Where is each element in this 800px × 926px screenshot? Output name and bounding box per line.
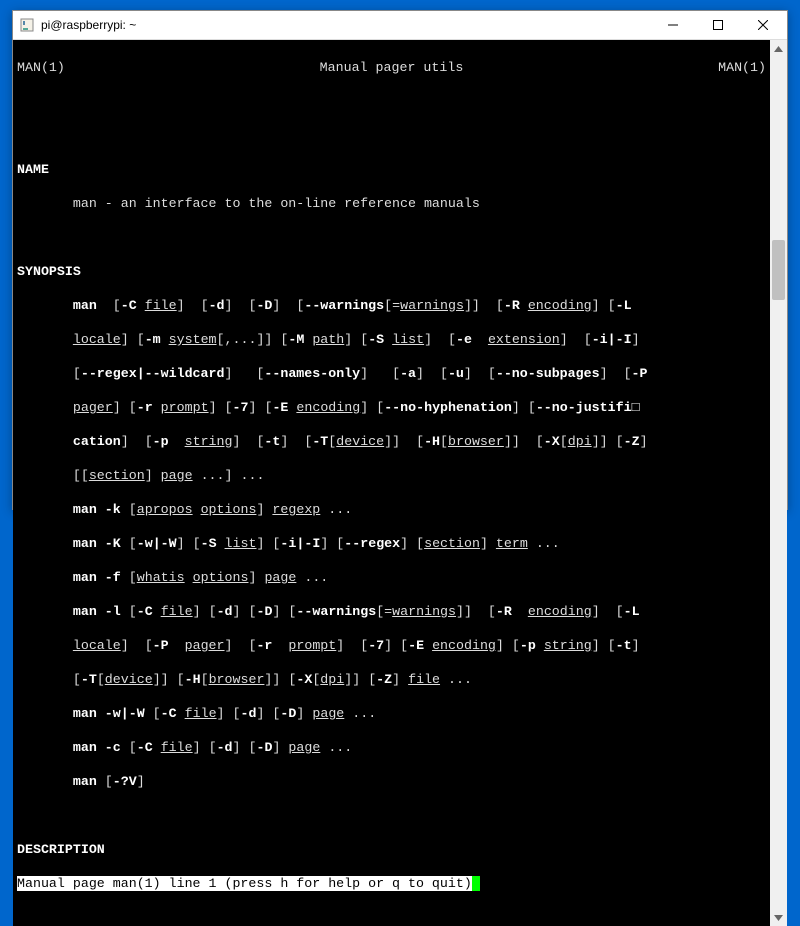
synopsis-line: man [-C file] [-d] [-D] [--warnings[=war… (17, 297, 766, 314)
name-line: man - an interface to the on-line refere… (17, 195, 766, 212)
terminal-window: pi@raspberrypi: ~ MAN(1)Manual pager uti… (12, 10, 788, 510)
status-line: Manual page man(1) line 1 (press h for h… (17, 875, 766, 892)
scroll-thumb[interactable] (772, 240, 785, 300)
synopsis-line: pager] [-r prompt] [-7] [-E encoding] [-… (17, 399, 766, 416)
blank-line (17, 127, 766, 144)
section-heading-name: NAME (17, 161, 766, 178)
blank-line (17, 807, 766, 824)
blank-line (17, 229, 766, 246)
synopsis-line: locale] [-P pager] [-r prompt] [-7] [-E … (17, 637, 766, 654)
synopsis-line: [--regex|--wildcard] [--names-only] [-a]… (17, 365, 766, 382)
blank-line (17, 93, 766, 110)
scrollbar[interactable] (770, 40, 787, 926)
header-right: MAN(1) (718, 59, 766, 76)
synopsis-line: man [-?V] (17, 773, 766, 790)
synopsis-line: man -k [apropos options] regexp ... (17, 501, 766, 518)
app-icon (19, 17, 35, 33)
window-title: pi@raspberrypi: ~ (41, 18, 650, 32)
synopsis-line: man -K [-w|-W] [-S list] [-i|-I] [--rege… (17, 535, 766, 552)
synopsis-line: [[section] page ...] ... (17, 467, 766, 484)
synopsis-line: man -f [whatis options] page ... (17, 569, 766, 586)
window-button-group (650, 11, 785, 39)
synopsis-line: man -l [-C file] [-d] [-D] [--warnings[=… (17, 603, 766, 620)
minimize-button[interactable] (650, 11, 695, 39)
scroll-down-arrow[interactable] (770, 909, 787, 926)
synopsis-line: locale] [-m system[,...]] [-M path] [-S … (17, 331, 766, 348)
section-heading-description: DESCRIPTION (17, 841, 766, 858)
section-heading-synopsis: SYNOPSIS (17, 263, 766, 280)
status-text: Manual page man(1) line 1 (press h for h… (17, 876, 472, 891)
header-left: MAN(1) (17, 59, 65, 76)
man-header: MAN(1)Manual pager utilsMAN(1) (17, 59, 766, 76)
synopsis-line: [-T[device]] [-H[browser]] [-X[dpi]] [-Z… (17, 671, 766, 688)
scroll-up-arrow[interactable] (770, 40, 787, 57)
title-bar[interactable]: pi@raspberrypi: ~ (13, 11, 787, 40)
synopsis-line: cation] [-p string] [-t] [-T[device]] [-… (17, 433, 766, 450)
synopsis-line: man -w|-W [-C file] [-d] [-D] page ... (17, 705, 766, 722)
close-button[interactable] (740, 11, 785, 39)
terminal-wrap: MAN(1)Manual pager utilsMAN(1) NAME man … (13, 40, 787, 926)
header-center: Manual pager utils (65, 59, 718, 76)
terminal-content[interactable]: MAN(1)Manual pager utilsMAN(1) NAME man … (13, 40, 770, 926)
synopsis-line: man -c [-C file] [-d] [-D] page ... (17, 739, 766, 756)
cursor (472, 876, 480, 891)
maximize-button[interactable] (695, 11, 740, 39)
